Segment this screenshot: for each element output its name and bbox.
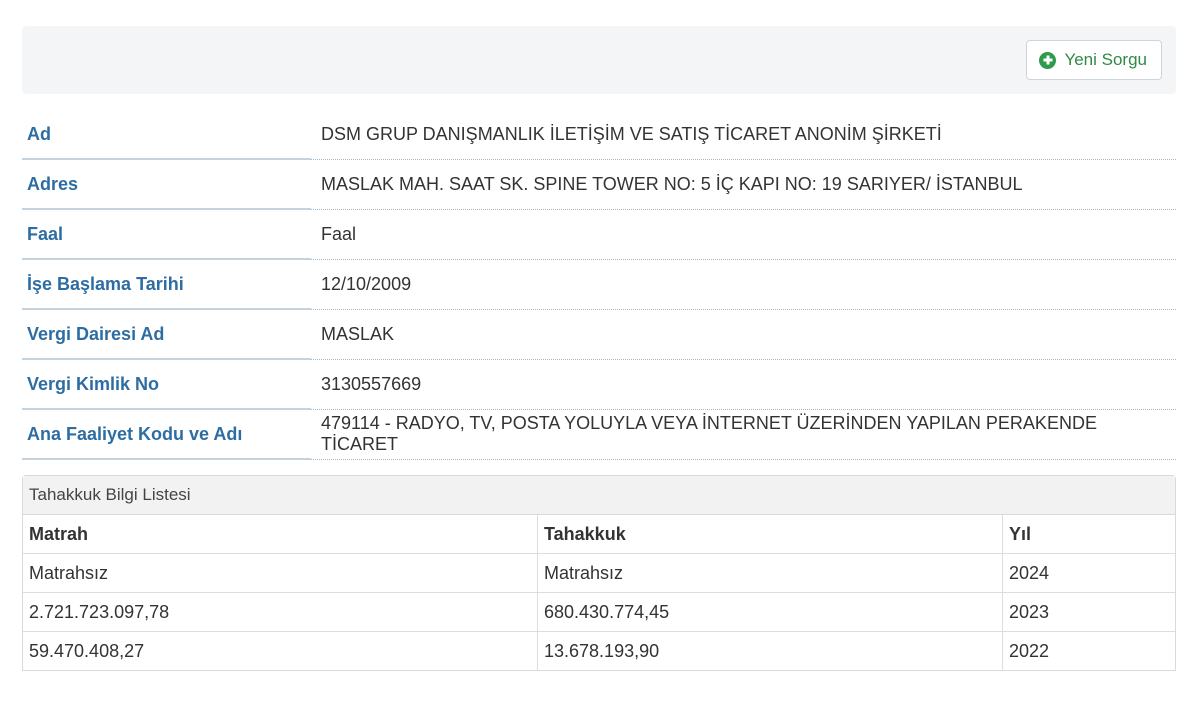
column-header-matrah: Matrah (23, 515, 538, 554)
new-query-button[interactable]: Yeni Sorgu (1026, 40, 1162, 80)
info-value: MASLAK MAH. SAAT SK. SPINE TOWER NO: 5 İ… (311, 159, 1176, 210)
info-label: Ana Faaliyet Kodu ve Adı (22, 409, 311, 460)
info-value: 12/10/2009 (311, 259, 1176, 310)
info-row-status: Faal Faal (22, 209, 1176, 260)
column-header-year: Yıl (1009, 523, 1032, 544)
info-row-tax-id: Vergi Kimlik No 3130557669 (22, 359, 1176, 410)
info-value: 3130557669 (311, 359, 1176, 410)
info-value: Faal (311, 209, 1176, 260)
cell-tahakkuk: Matrahsız (537, 553, 1003, 593)
info-row-tax-office: Vergi Dairesi Ad MASLAK (22, 309, 1176, 360)
cell-tahakkuk: 13.678.193,90 (537, 631, 1003, 670)
column-header-tahakkuk: Tahakkuk (537, 515, 1003, 554)
cell-matrah: 59.470.408,27 (23, 631, 538, 670)
cell-year: 2023 (1002, 592, 1175, 632)
table-row: 2.721.723.097,78 680.430.774,45 2023 (23, 592, 1175, 632)
info-label: Faal (22, 209, 311, 260)
info-label: Adres (22, 159, 311, 210)
cell-year: 2022 (1002, 631, 1175, 670)
info-value: DSM GRUP DANIŞMANLIK İLETİŞİM VE SATIŞ T… (311, 110, 1176, 160)
accrual-table: Matrah Tahakkuk Yıl Matrahsız Matrahsız … (23, 515, 1175, 670)
table-row: Matrahsız Matrahsız 2024 (23, 553, 1175, 593)
info-row-name: Ad DSM GRUP DANIŞMANLIK İLETİŞİM VE SATI… (22, 110, 1176, 160)
plus-circle-icon (1039, 51, 1057, 69)
info-value: 479114 - RADYO, TV, POSTA YOLUYLA VEYA İ… (311, 409, 1176, 460)
info-label: Vergi Kimlik No (22, 359, 311, 410)
info-row-start-date: İşe Başlama Tarihi 12/10/2009 (22, 259, 1176, 310)
cell-year: 2024 (1002, 553, 1175, 593)
panel-title: Tahakkuk Bilgi Listesi (23, 476, 1175, 515)
info-label: Ad (22, 110, 311, 160)
info-row-activity-code: Ana Faaliyet Kodu ve Adı 479114 - RADYO,… (22, 409, 1176, 460)
cell-tahakkuk: 680.430.774,45 (537, 592, 1003, 632)
info-row-address: Adres MASLAK MAH. SAAT SK. SPINE TOWER N… (22, 159, 1176, 210)
info-label: İşe Başlama Tarihi (22, 259, 311, 310)
accrual-list-panel: Tahakkuk Bilgi Listesi Matrah Tahakkuk Y… (22, 475, 1176, 671)
new-query-button-label: Yeni Sorgu (1064, 50, 1147, 69)
cell-matrah: 2.721.723.097,78 (23, 592, 538, 632)
toolbar: Yeni Sorgu (22, 26, 1176, 94)
table-row: 59.470.408,27 13.678.193,90 2022 (23, 631, 1175, 670)
info-label: Vergi Dairesi Ad (22, 309, 311, 360)
table-header-row: Matrah Tahakkuk Yıl (23, 515, 1175, 554)
info-value: MASLAK (311, 309, 1176, 360)
taxpayer-info-table: Ad DSM GRUP DANIŞMANLIK İLETİŞİM VE SATI… (22, 110, 1176, 460)
cell-matrah: Matrahsız (23, 553, 538, 593)
